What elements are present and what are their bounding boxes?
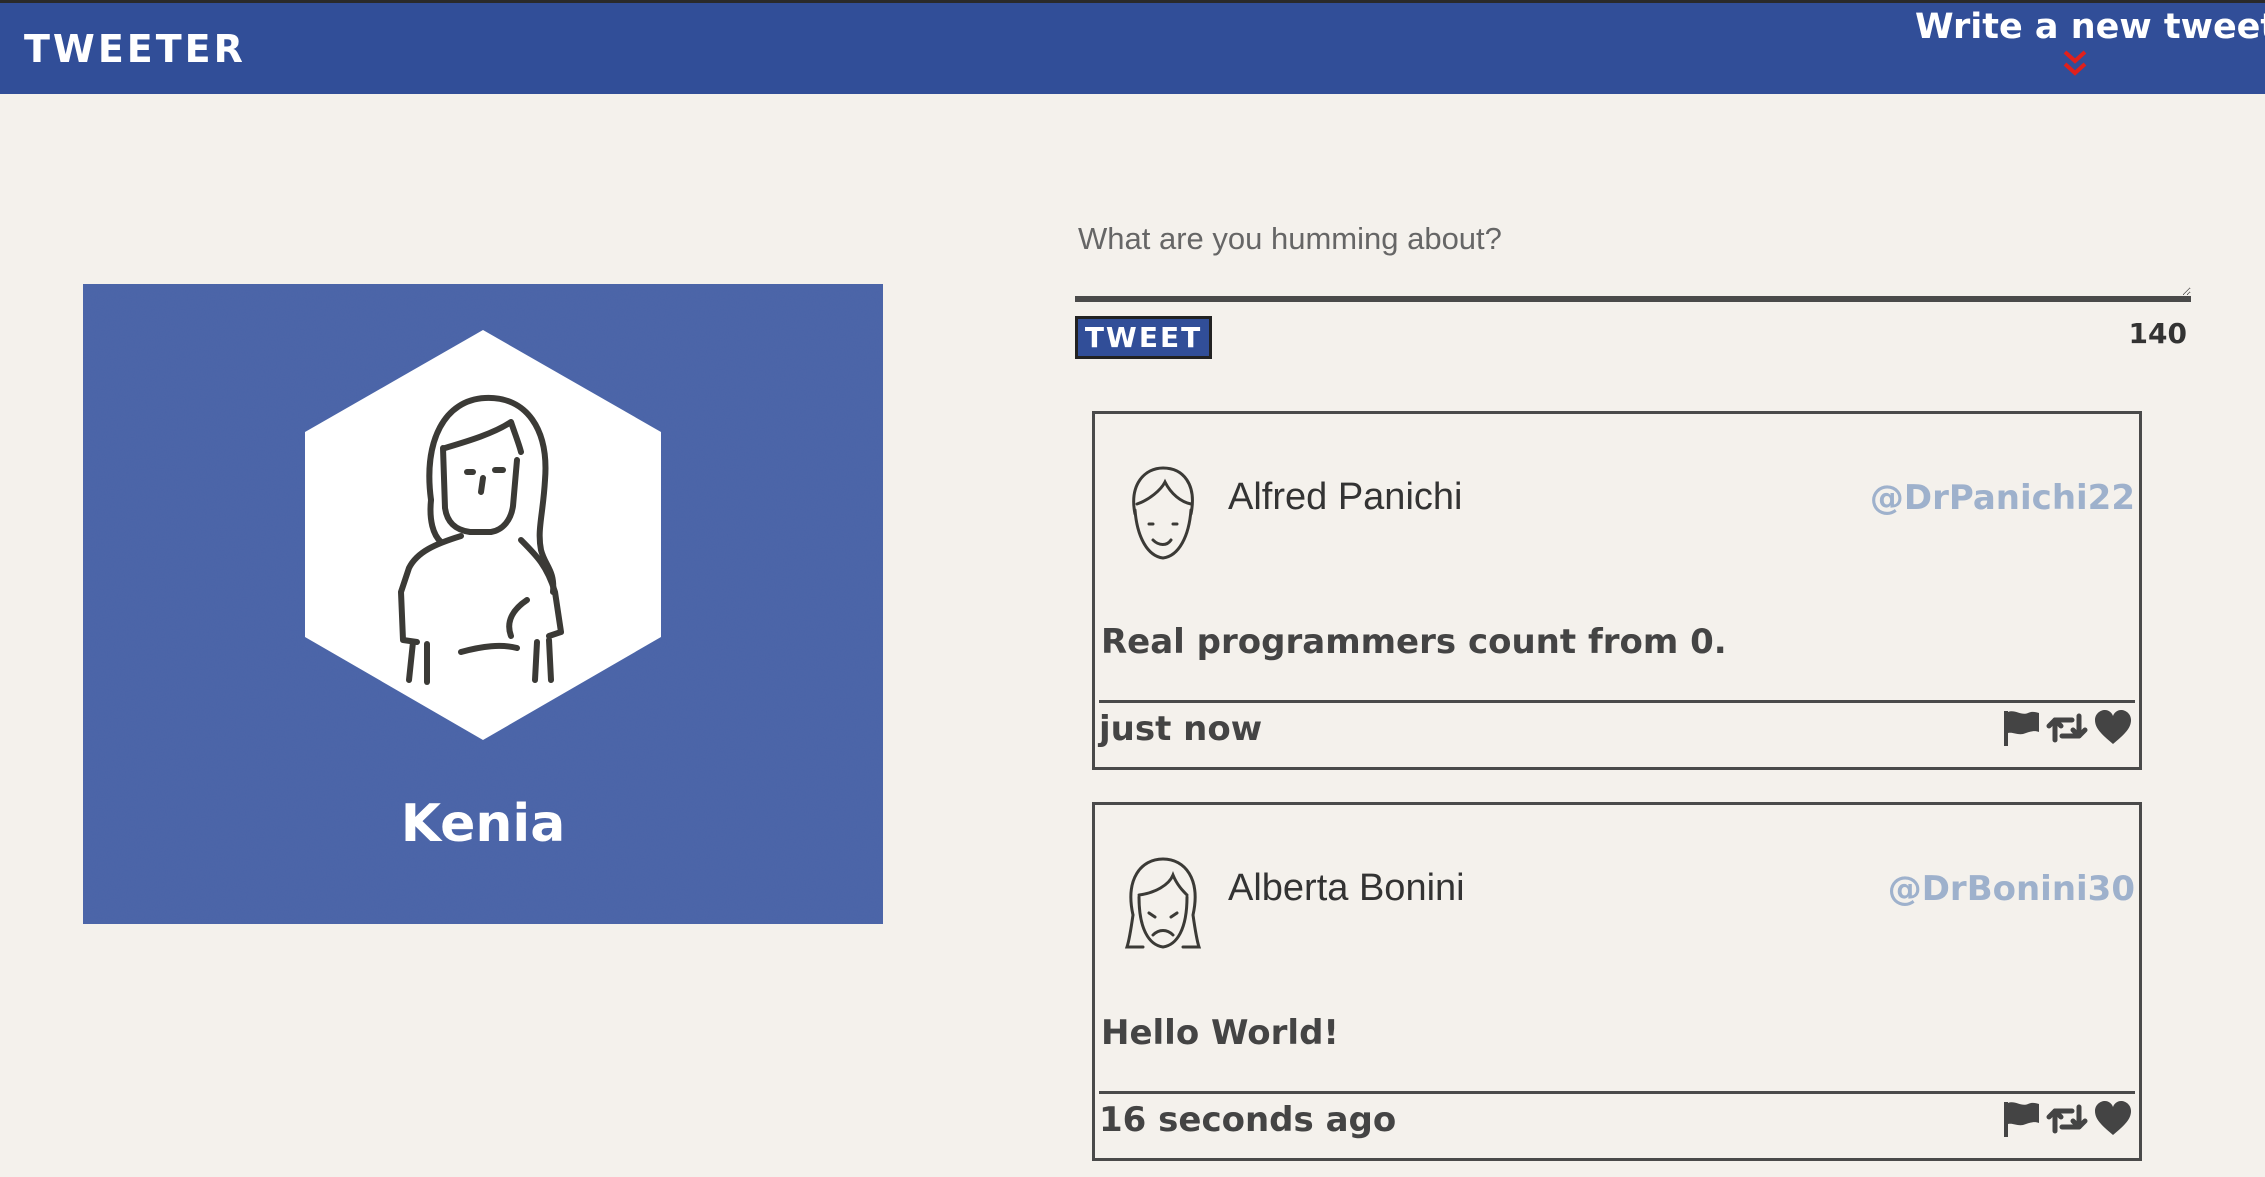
- tweet-textarea[interactable]: [1075, 205, 2191, 302]
- flag-icon[interactable]: [2001, 1099, 2041, 1144]
- double-chevron-down-icon[interactable]: [2060, 49, 2090, 79]
- tweet-submit-button[interactable]: TWEET: [1075, 316, 1212, 359]
- heart-icon[interactable]: [2093, 1099, 2133, 1144]
- new-tweet-form: TWEET 140: [1075, 205, 2191, 359]
- tweet-author-handle[interactable]: @DrPanichi22: [1870, 478, 2135, 518]
- tweet-actions: [2001, 708, 2133, 753]
- retweet-icon[interactable]: [2046, 708, 2088, 753]
- profile-card: Kenia: [83, 284, 883, 924]
- tweet-actions: [2001, 1099, 2133, 1144]
- tweet-author-name[interactable]: Alfred Panichi: [1228, 476, 1462, 519]
- profile-name: Kenia: [400, 794, 566, 854]
- tweet-author-name[interactable]: Alberta Bonini: [1228, 867, 1465, 910]
- female-user-avatar-icon: [305, 330, 661, 740]
- tweet-footer-divider: [1099, 1091, 2135, 1094]
- brand-logo[interactable]: TWEETER: [24, 27, 246, 71]
- tweet-card: Alfred Panichi @DrPanichi22 Real program…: [1092, 411, 2142, 770]
- top-nav-bar: TWEETER Write a new tweet: [0, 0, 2265, 94]
- character-counter: 140: [2128, 317, 2187, 350]
- tweet-content: Hello World!: [1101, 1013, 1339, 1053]
- flag-icon[interactable]: [2001, 708, 2041, 753]
- write-new-tweet-label[interactable]: Write a new tweet: [1915, 7, 2265, 47]
- heart-icon[interactable]: [2093, 708, 2133, 753]
- tweet-timestamp: 16 seconds ago: [1099, 1100, 1397, 1140]
- male-smiling-avatar-icon: [1132, 466, 1194, 560]
- tweet-author-handle[interactable]: @DrBonini30: [1888, 869, 2135, 909]
- tweet-timestamp: just now: [1099, 709, 1263, 749]
- female-sad-avatar-icon: [1124, 857, 1202, 949]
- tweet-card: Alberta Bonini @DrBonini30 Hello World! …: [1092, 802, 2142, 1161]
- write-new-tweet-toggle[interactable]: Write a new tweet: [1915, 7, 2265, 79]
- tweet-footer-divider: [1099, 700, 2135, 703]
- retweet-icon[interactable]: [2046, 1099, 2088, 1144]
- tweet-content: Real programmers count from 0.: [1101, 622, 1727, 662]
